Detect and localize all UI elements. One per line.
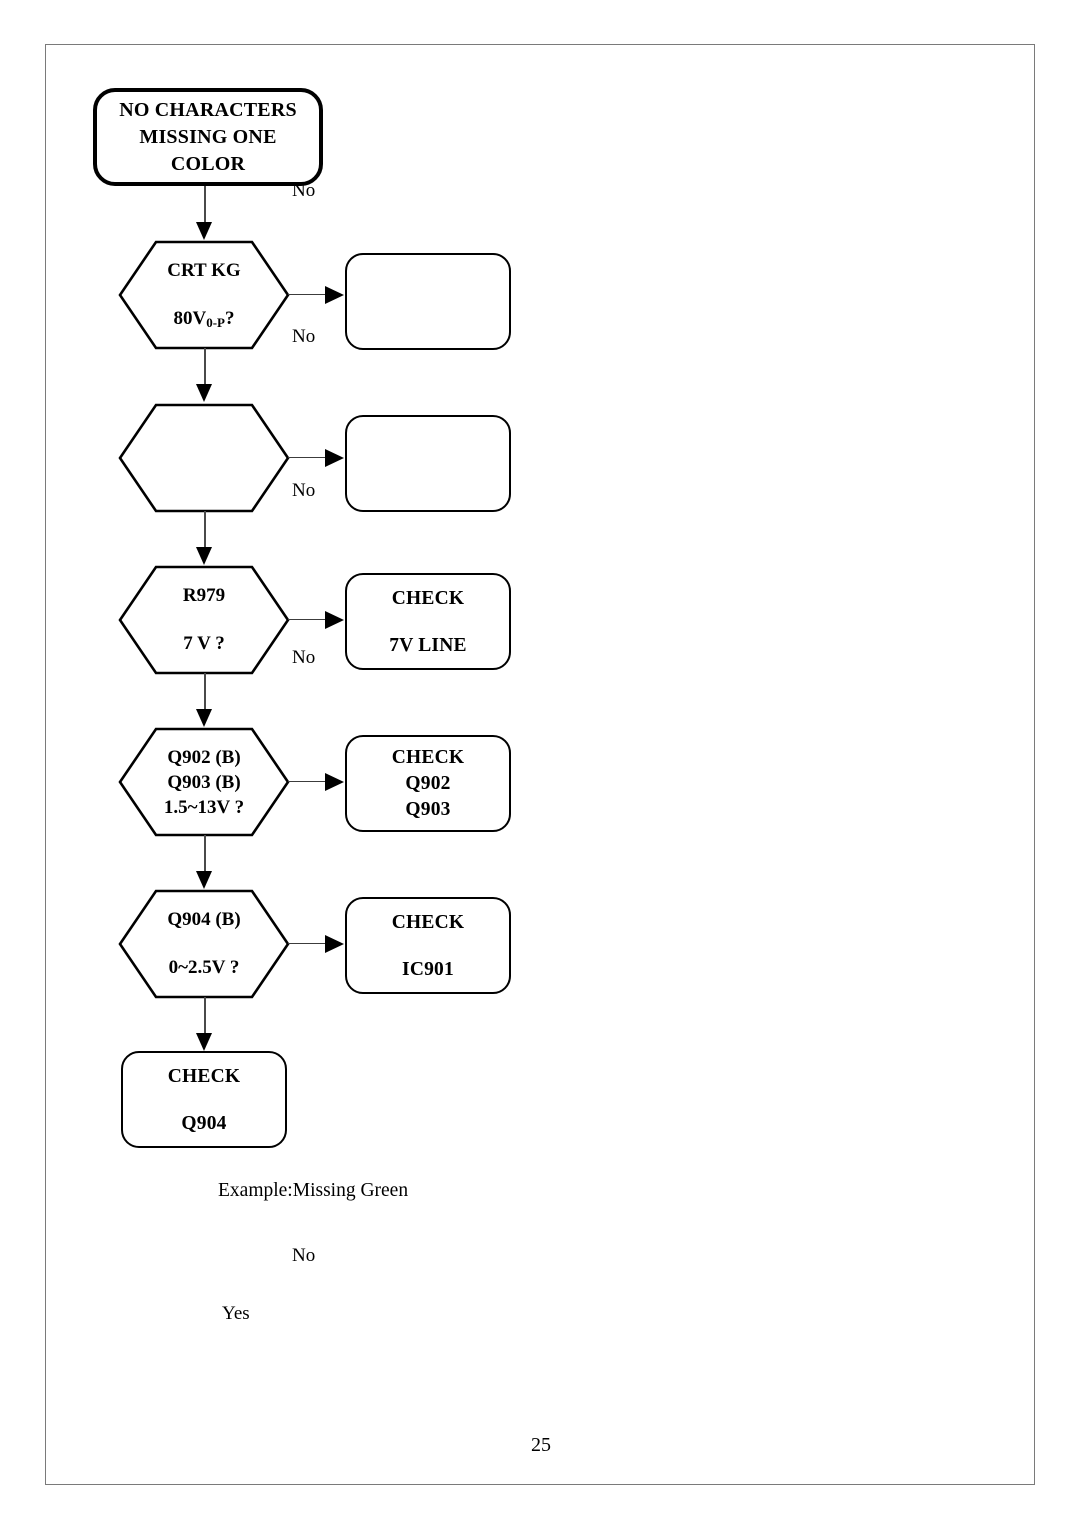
- result-3-line-2: 7V LINE: [389, 634, 467, 656]
- decision-hexagon-2: [118, 403, 290, 513]
- result-4-line-1: CHECK: [391, 746, 465, 768]
- arrowhead-decision-2-to-decision-3: [196, 547, 212, 565]
- hexagon-shape-2: [118, 403, 290, 513]
- start-line-1: NO CHARACTERS: [119, 98, 297, 121]
- start-terminal-box: NO CHARACTERS MISSING ONE COLOR: [93, 88, 323, 186]
- terminal-line-2: Q904: [181, 1112, 227, 1134]
- arrowhead-decision-4-to-decision-5: [196, 871, 212, 889]
- decision-hexagon-1: CRT KG 80V0-P?: [118, 240, 290, 350]
- decision-hexagon-3: R979 7 V ?: [118, 565, 290, 675]
- result-box-5: CHECK IC901: [345, 897, 511, 994]
- arrowhead-decision-4-to-result-4: [325, 773, 344, 791]
- arrowhead-decision-3-to-decision-4: [196, 709, 212, 727]
- stray-yes-label: Yes: [222, 1303, 250, 1324]
- terminal-line-1: CHECK: [167, 1065, 241, 1087]
- result-3-line-1: CHECK: [391, 587, 465, 609]
- branch-label-no-2: No: [292, 480, 316, 501]
- result-box-3: CHECK 7V LINE: [345, 573, 511, 670]
- result-box-4: CHECK Q902 Q903: [345, 735, 511, 832]
- result-5-line-2: IC901: [402, 958, 454, 980]
- decision-hexagon-4: Q902 (B) Q903 (B) 1.5~13V ?: [118, 727, 290, 837]
- arrowhead-decision-2-to-result-2: [325, 449, 344, 467]
- decision-hexagon-5: Q904 (B) 0~2.5V ?: [118, 889, 290, 999]
- example-note-label: Example:Missing Green: [218, 1180, 409, 1201]
- arrowhead-decision-5-to-result-5: [325, 935, 344, 953]
- arrowhead-decision-1-to-result-1: [325, 286, 344, 304]
- terminal-check-box: CHECK Q904: [121, 1051, 287, 1148]
- hexagon-shape-4: [118, 727, 290, 837]
- result-4-line-3: Q903: [405, 798, 451, 820]
- arrowhead-decision-5-to-terminal: [196, 1033, 212, 1051]
- hexagon-shape-5: [118, 889, 290, 999]
- branch-label-no-3: No: [292, 647, 316, 668]
- start-line-2: MISSING ONE: [139, 125, 277, 148]
- hexagon-shape-3: [118, 565, 290, 675]
- arrowhead-decision-3-to-result-3: [325, 611, 344, 629]
- document-page: No NO CHARACTERS MISSING ONE COLOR CRT K…: [0, 0, 1080, 1528]
- start-line-3: COLOR: [170, 152, 246, 175]
- branch-label-no-1: No: [292, 326, 316, 347]
- arrowhead-decision-1-to-decision-2: [196, 384, 212, 402]
- result-box-2: [345, 415, 511, 512]
- result-5-line-1: CHECK: [391, 911, 465, 933]
- result-4-line-2: Q902: [405, 772, 451, 794]
- stray-no-label-bottom: No: [292, 1245, 316, 1266]
- arrowhead-start-to-decision-1: [196, 222, 212, 240]
- hexagon-shape-1: [118, 240, 290, 350]
- result-box-1: [345, 253, 511, 350]
- page-number: 25: [531, 1434, 551, 1456]
